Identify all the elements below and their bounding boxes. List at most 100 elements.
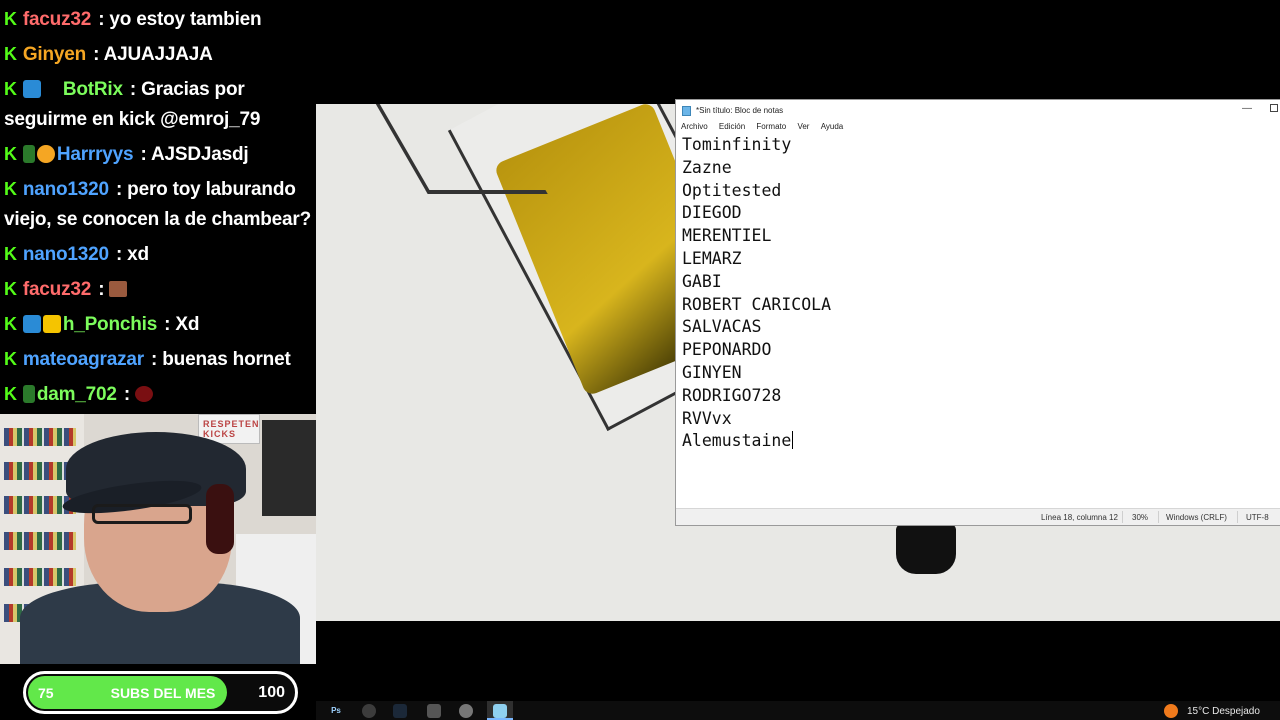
- weather-text[interactable]: 15°C Despejado: [1187, 706, 1260, 717]
- og-badge-icon: [22, 385, 35, 403]
- notepad-title: *Sin título: Bloc de notas: [696, 106, 784, 115]
- kick-icon: K: [4, 279, 17, 299]
- app-icon[interactable]: [427, 704, 441, 718]
- verified-badge-icon: [43, 80, 61, 98]
- chat-username[interactable]: mateoagrazar: [23, 349, 144, 370]
- subs-label: SUBS DEL MES: [110, 685, 216, 701]
- chat-message: Kfacuz32 : yo estoy tambien: [0, 2, 316, 37]
- chat-message: Knano1320 : xd: [0, 237, 316, 272]
- chat-separator: :: [93, 9, 110, 30]
- menu-ayuda[interactable]: Ayuda: [821, 120, 844, 134]
- text-line: ROBERT CARICOLA: [682, 294, 832, 314]
- notepad-statusbar: Línea 18, columna 12 30% Windows (CRLF) …: [676, 508, 1280, 525]
- maximize-button[interactable]: [1270, 104, 1278, 112]
- text-line: MERENTIEL: [682, 226, 772, 246]
- chat-separator: :: [93, 279, 110, 300]
- notepad-window[interactable]: *Sin título: Bloc de notas — Archivo Edi…: [675, 99, 1280, 526]
- subs-goal-bar: 75 SUBS DEL MES 100: [23, 671, 298, 714]
- steam-icon[interactable]: [393, 704, 407, 718]
- kick-icon: K: [4, 384, 17, 404]
- chat-message: Kmateoagrazar : buenas hornet: [0, 342, 316, 377]
- chat-message-list: Kfacuz32 : yo estoy tambien K Ginyen : AJU…: [0, 2, 316, 412]
- text-line: RVVvx: [682, 408, 732, 428]
- kick-icon: K: [4, 144, 17, 164]
- notepad-icon: [682, 106, 691, 116]
- kick-icon: K: [4, 79, 17, 99]
- text-line-last-content: Alemustaine: [682, 431, 792, 451]
- kick-icon: K: [4, 179, 17, 199]
- minimize-button[interactable]: —: [1242, 103, 1252, 114]
- chat-username[interactable]: h_Ponchis: [63, 314, 157, 335]
- chat-separator: :: [110, 244, 128, 265]
- chat-separator: :: [124, 79, 142, 100]
- status-position: Línea 18, columna 12: [1041, 513, 1118, 522]
- gift-badge-icon: [36, 145, 55, 163]
- chat-separator: :: [145, 349, 163, 370]
- chat-message: K Harrryys : AJSDJasdj: [0, 137, 316, 172]
- menu-formato[interactable]: Formato: [756, 120, 786, 134]
- chat-separator: :: [159, 314, 176, 335]
- sub-badge-icon: [22, 80, 41, 98]
- kick-icon: K: [4, 244, 17, 264]
- menu-edicion[interactable]: Edición: [719, 120, 745, 134]
- poster-text: RESPETEN KICKS: [203, 419, 260, 439]
- chat-emote-icon: [109, 281, 128, 297]
- menu-archivo[interactable]: Archivo: [681, 120, 708, 134]
- status-zoom: 30%: [1132, 513, 1149, 522]
- character-legs: [896, 524, 956, 574]
- photoshop-icon[interactable]: Ps: [329, 704, 343, 718]
- chat-emote-icon: [135, 386, 154, 402]
- text-line: Optitested: [682, 180, 782, 200]
- text-line: Tominfinity: [682, 135, 792, 154]
- headphones: [206, 484, 234, 554]
- kick-icon: K: [4, 314, 17, 334]
- text-line: DIEGOD: [682, 203, 742, 223]
- notepad-text-area[interactable]: Tominfinity Zazne Optitested DIEGOD MERE…: [682, 134, 1280, 506]
- chat-text: AJUAJJAJA: [103, 44, 213, 65]
- og-badge-icon: [22, 145, 35, 163]
- chat-text: AJSDJasdj: [150, 144, 249, 165]
- notepad-taskbar-icon[interactable]: [493, 704, 507, 718]
- chat-message: Kfacuz32 :: [0, 272, 316, 307]
- chat-separator: :: [110, 179, 128, 200]
- chat-text: buenas hornet: [162, 349, 291, 370]
- chat-text: xd: [127, 244, 149, 265]
- text-line: LEMARZ: [682, 248, 742, 268]
- chat-panel: Kfacuz32 : yo estoy tambien K Ginyen : AJU…: [0, 0, 316, 414]
- subs-target: 100: [258, 684, 285, 701]
- text-caret: [792, 431, 794, 450]
- text-line: GINYEN: [682, 362, 742, 382]
- chat-message: K Ginyen : AJUAJJAJA: [0, 37, 316, 72]
- text-line: SALVACAS: [682, 317, 762, 337]
- chat-text: yo estoy tambien: [109, 9, 262, 30]
- kick-icon: K: [4, 9, 17, 29]
- chat-username[interactable]: BotRix: [63, 79, 123, 100]
- notepad-menubar: Archivo Edición Formato Ver Ayuda: [676, 120, 1280, 134]
- settings-icon[interactable]: [459, 704, 473, 718]
- notepad-titlebar[interactable]: *Sin título: Bloc de notas —: [676, 100, 1280, 120]
- text-line: Zazne: [682, 157, 732, 177]
- chrome-icon[interactable]: [362, 704, 376, 718]
- text-line-last: Alemustaine: [682, 430, 1280, 453]
- text-line: PEPONARDO: [682, 340, 772, 360]
- glasses: [92, 504, 192, 524]
- chat-separator: :: [135, 144, 151, 165]
- chat-message: Knano1320 : pero toy laburando viejo, se…: [0, 172, 316, 237]
- chat-username[interactable]: Ginyen: [23, 44, 86, 65]
- chat-username[interactable]: nano1320: [23, 244, 109, 265]
- chat-message: K BotRix : Gracias por seguirme en kick @…: [0, 72, 316, 137]
- webcam-feed: RESPETEN KICKS: [0, 414, 316, 664]
- chat-username[interactable]: Harrryys: [57, 144, 134, 165]
- weather-icon: [1164, 704, 1178, 718]
- text-line: GABI: [682, 271, 722, 291]
- chat-separator: :: [88, 44, 104, 65]
- menu-ver[interactable]: Ver: [797, 120, 809, 134]
- status-encoding: UTF-8: [1246, 513, 1269, 522]
- chat-username[interactable]: facuz32: [23, 9, 92, 30]
- chat-message: Kh_Ponchis : Xd: [0, 307, 316, 342]
- chat-username[interactable]: dam_702: [37, 384, 117, 405]
- text-line: RODRIGO728: [682, 385, 782, 405]
- monitor: [262, 420, 316, 516]
- chat-username[interactable]: nano1320: [23, 179, 109, 200]
- chat-username[interactable]: facuz32: [23, 279, 92, 300]
